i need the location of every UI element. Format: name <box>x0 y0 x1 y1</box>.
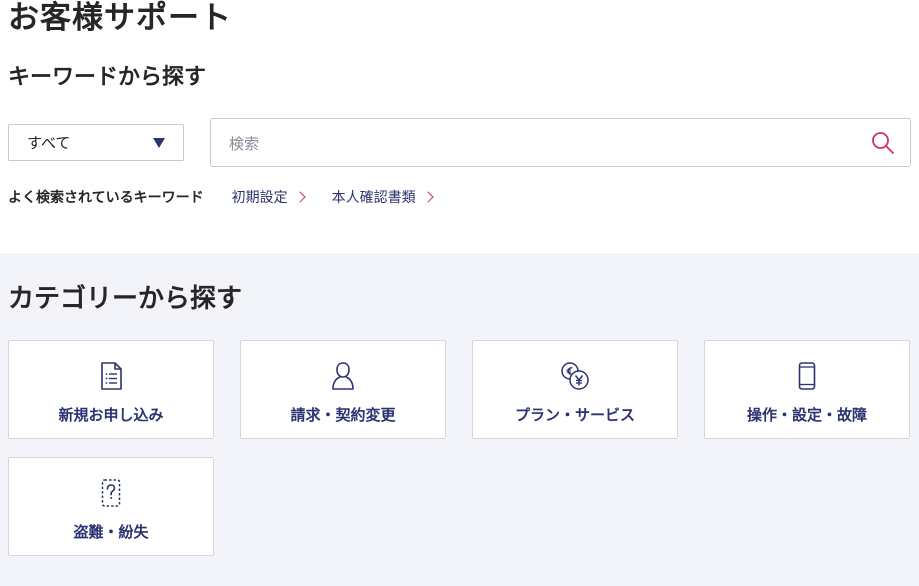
category-card-theft-loss[interactable]: 盗難・紛失 <box>8 457 214 556</box>
keyword-search-heading: キーワードから探す <box>8 65 207 90</box>
triangle-down-icon <box>153 138 165 148</box>
chevron-right-icon <box>421 191 434 203</box>
page-title: お客様サポート <box>8 0 232 36</box>
category-card-label: プラン・サービス <box>514 406 635 424</box>
keyword-link-label: 初期設定 <box>231 190 288 206</box>
category-card-label: 新規お申し込み <box>58 406 164 424</box>
keyword-section: お客様サポート キーワードから探す すべて よく検索されているキーワード 初期設… <box>0 0 919 253</box>
document-list-icon <box>94 359 128 393</box>
category-card-label: 操作・設定・故障 <box>746 406 867 424</box>
popular-keywords-label: よく検索されているキーワード <box>8 190 204 206</box>
category-card-operation-settings[interactable]: 操作・設定・故障 <box>704 340 910 439</box>
category-card-label: 盗難・紛失 <box>73 523 149 541</box>
popular-keywords: よく検索されているキーワード 初期設定 本人確認書類 <box>8 186 460 208</box>
keyword-link-label: 本人確認書類 <box>331 190 416 206</box>
search-box <box>210 118 911 167</box>
keyword-link-id-documents[interactable]: 本人確認書類 <box>331 187 434 207</box>
category-select[interactable]: すべて <box>8 124 184 161</box>
person-icon <box>326 359 360 393</box>
yen-coins-icon <box>558 359 592 393</box>
search-input[interactable] <box>227 129 831 159</box>
smartphone-icon <box>790 359 824 393</box>
category-search-heading: カテゴリーから探す <box>8 284 243 314</box>
category-card-plans-services[interactable]: プラン・サービス <box>472 340 678 439</box>
category-card-new-application[interactable]: 新規お申し込み <box>8 340 214 439</box>
search-icon[interactable] <box>870 130 896 156</box>
keyword-link-initial-setup[interactable]: 初期設定 <box>231 187 306 207</box>
category-select-value: すべて <box>27 134 71 152</box>
chevron-right-icon <box>293 191 306 203</box>
category-card-label: 請求・契約変更 <box>290 406 396 424</box>
category-card-billing-contract[interactable]: 請求・契約変更 <box>240 340 446 439</box>
question-card-icon <box>94 476 128 510</box>
